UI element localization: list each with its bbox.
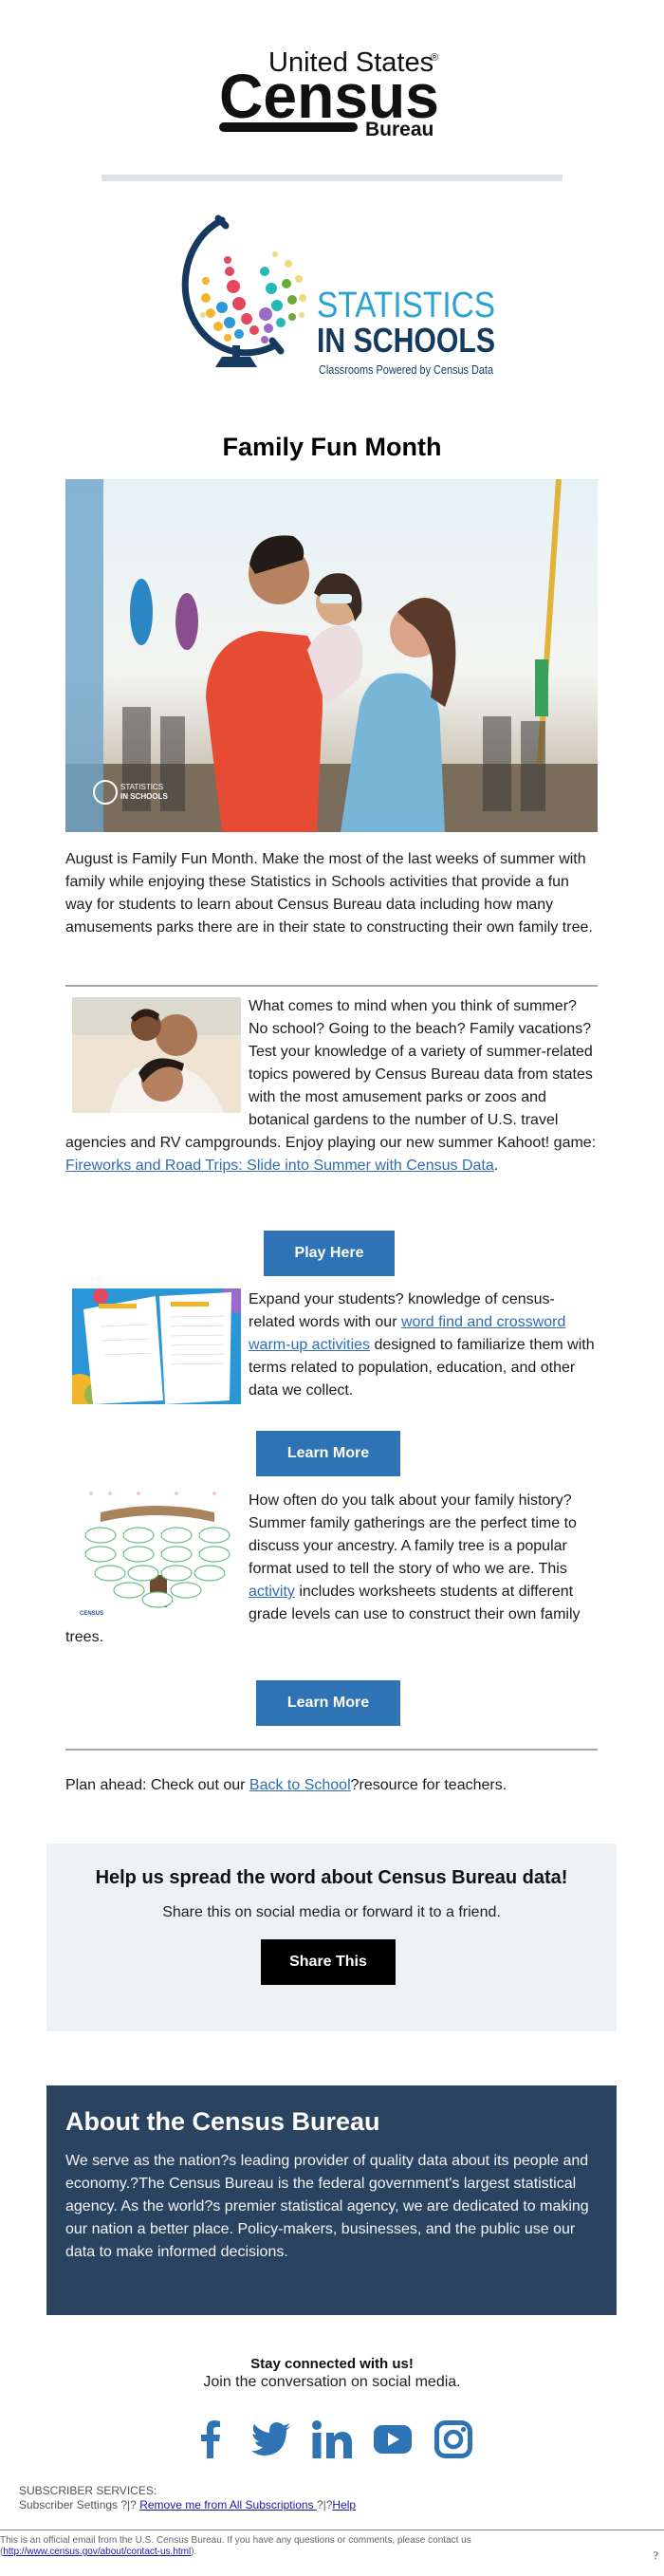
footer-disclaimer: This is an official email from the U.S. …: [0, 2535, 471, 2557]
svg-text:STATISTICS: STATISTICS: [120, 783, 163, 791]
census-bureau-logo[interactable]: United States ® Census Bureau: [216, 47, 449, 147]
share-subtitle: Share this on social media or forward it…: [162, 1904, 501, 1920]
play-here-button[interactable]: Play Here: [264, 1231, 395, 1276]
svg-text:IN SCHOOLS: IN SCHOOLS: [120, 792, 168, 801]
header-divider: [101, 175, 563, 181]
help-link[interactable]: Help: [332, 2498, 356, 2511]
hero-image[interactable]: STATISTICS IN SCHOOLS: [65, 479, 598, 832]
feature-text: How often do you talk about your family …: [249, 1492, 577, 1577]
section-divider: [65, 1749, 598, 1751]
subscriber-heading: SUBSCRIBER SERVICES:: [19, 2484, 157, 2497]
feature-image-worksheets[interactable]: [72, 1288, 241, 1404]
kahoot-game-link[interactable]: Fireworks and Road Trips: Slide into Sum…: [65, 1158, 494, 1174]
stay-connected-subtitle: Join the conversation on social media.: [203, 2374, 461, 2390]
share-panel: Help us spread the word about Census Bur…: [46, 1844, 617, 2031]
share-title: Help us spread the word about Census Bur…: [95, 1867, 568, 1888]
feature-image-family-tree[interactable]: CENSUS: [72, 1488, 241, 1619]
stay-connected: Stay connected with us! Join the convers…: [0, 2356, 664, 2391]
sis-logo-statistics: STATISTICS: [317, 286, 495, 325]
globe-icon: [181, 214, 306, 367]
unsubscribe-all-link[interactable]: Remove me from All Subscriptions: [139, 2498, 317, 2511]
youtube-icon[interactable]: [373, 2419, 413, 2459]
family-tree-activity-link[interactable]: activity: [249, 1584, 295, 1600]
back-to-school-link[interactable]: Back to School: [249, 1777, 351, 1793]
subscriber-services: SUBSCRIBER SERVICES: Subscriber Settings…: [19, 2484, 357, 2511]
stay-connected-title: Stay connected with us!: [250, 2356, 414, 2372]
logo-underline-bar: [219, 122, 358, 132]
about-title: About the Census Bureau: [65, 2107, 380, 2136]
page-title: Family Fun Month: [222, 433, 442, 461]
feature-family-tree: CENSUS How often do you talk about your …: [65, 1488, 598, 1649]
logo-line-bureau: Bureau: [365, 119, 433, 140]
feature-word-find: Expand your students? knowledge of censu…: [65, 1288, 598, 1408]
statistics-in-schools-logo[interactable]: STATISTICS IN SCHOOLS Classrooms Powered…: [163, 213, 505, 383]
footer-trailing-mark: ?: [653, 2548, 658, 2562]
subscriber-settings-label: Subscriber Settings ?|?: [19, 2498, 140, 2511]
social-links: [0, 2419, 664, 2459]
linkedin-icon[interactable]: [312, 2419, 352, 2459]
intro-paragraph: August is Family Fun Month. Make the mos…: [65, 851, 593, 936]
twitter-icon[interactable]: [251, 2419, 291, 2459]
sis-logo-in-schools: IN SCHOOLS: [317, 321, 495, 360]
about-body: We serve as the nation?s leading provide…: [65, 2153, 589, 2260]
facebook-icon[interactable]: [191, 2419, 231, 2459]
section-divider: [65, 985, 598, 987]
contact-us-link[interactable]: http://www.census.gov/about/contact-us.h…: [3, 2547, 191, 2557]
about-panel: About the Census Bureau We serve as the …: [46, 2085, 617, 2315]
sis-logo-tagline: Classrooms Powered by Census Data: [319, 363, 493, 377]
learn-more-button-word-find[interactable]: Learn More: [256, 1431, 400, 1476]
feature-summer-kahoot: What comes to mind when you think of sum…: [65, 997, 597, 1174]
svg-text:CENSUS: CENSUS: [80, 1611, 103, 1617]
feature-image-family-beach[interactable]: [72, 997, 241, 1113]
plan-ahead-paragraph: Plan ahead: Check out our Back to School…: [65, 1777, 507, 1793]
learn-more-button-family-tree[interactable]: Learn More: [256, 1680, 400, 1726]
share-this-button[interactable]: Share This: [261, 1939, 396, 1985]
instagram-icon[interactable]: [433, 2419, 473, 2459]
